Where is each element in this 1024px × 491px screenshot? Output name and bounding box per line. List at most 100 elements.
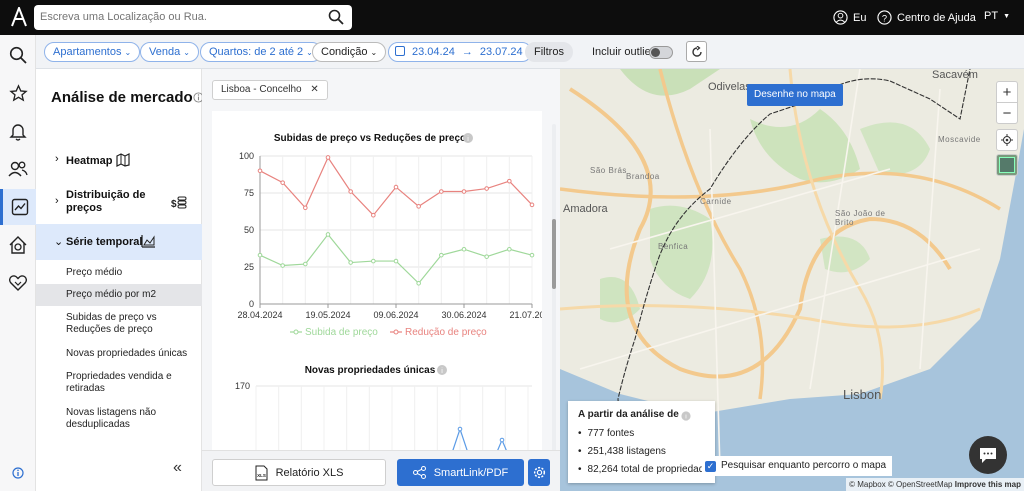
zoom-in-button[interactable]: +: [996, 81, 1018, 103]
settings-button[interactable]: [528, 459, 550, 486]
user-menu[interactable]: Eu: [833, 10, 866, 25]
info-icon[interactable]: i: [681, 411, 691, 421]
subitem-price-rises-vs-drops[interactable]: Subidas de preço vs Reduções de preço: [66, 312, 200, 336]
legend-marker: [393, 329, 399, 335]
info-properties: 82,264 total de propriedades: [578, 464, 713, 475]
search-while-moving-label: Pesquisar enquanto percorro o mapa: [721, 460, 887, 471]
subitem-label: Novas propriedades únicas: [66, 348, 188, 359]
subitem-average-price[interactable]: Preço médio: [66, 267, 200, 279]
filters-label: Filtros: [534, 46, 564, 58]
section-heatmap[interactable]: › Heatmap: [36, 153, 202, 169]
subitem-new-listings-raw[interactable]: Novas listagens não desduplicadas: [66, 407, 200, 431]
locate-me-button[interactable]: [996, 129, 1018, 151]
chevron-down-icon: ⌄: [183, 48, 190, 57]
info-icon[interactable]: i: [437, 365, 447, 375]
zoom-out-button[interactable]: −: [996, 102, 1018, 124]
close-icon[interactable]: ✕: [310, 84, 318, 95]
x-tick-label: 09.06.2024: [373, 310, 418, 320]
line-chart-icon: [11, 198, 28, 216]
deal-type-dropdown[interactable]: Venda ⌄: [140, 42, 199, 62]
xls-file-icon: XLS: [255, 465, 268, 480]
crosshair-icon: [1001, 134, 1013, 146]
data-point: [393, 184, 399, 190]
coins-icon: $: [171, 196, 187, 210]
section-time-series[interactable]: ⌄ Série temporal: [36, 224, 202, 260]
date-range-picker[interactable]: 23.04.24 → 23.07.24: [388, 42, 532, 62]
draw-on-map-button[interactable]: Desenhe no mapa: [747, 84, 843, 106]
smartlink-pdf-button[interactable]: SmartLink/PDF: [397, 459, 524, 486]
nav-alerts[interactable]: [0, 113, 36, 149]
y-tick-label: 100: [239, 151, 254, 161]
nav-home-valuation[interactable]: [0, 227, 36, 263]
analysis-sidebar: Análise de mercado › Heatmap › Distribui…: [36, 69, 204, 491]
location-chip[interactable]: Lisboa - Concelho ✕: [212, 80, 328, 100]
price-changes-chart: Subidas de preço vs Reduções de preço i …: [237, 133, 542, 338]
data-point: [280, 263, 285, 268]
search-input[interactable]: [40, 5, 320, 28]
refresh-icon: [691, 45, 702, 57]
nav-favorites[interactable]: [0, 75, 36, 111]
nav-users[interactable]: [0, 151, 36, 187]
data-point: [348, 189, 353, 194]
subitem-sold-withdrawn[interactable]: Propriedades vendida e retiradas: [66, 371, 200, 395]
condition-dropdown[interactable]: Condição ⌄: [312, 42, 387, 62]
location-search[interactable]: [34, 5, 352, 30]
filters-button[interactable]: Filtros: [525, 42, 573, 62]
search-icon: [9, 46, 27, 64]
nav-market-analysis[interactable]: [0, 189, 36, 225]
filter-bar: Apartamentos ⌄ Venda ⌄ Quartos: de 2 até 2…: [36, 35, 1024, 69]
app-logo-icon[interactable]: [10, 7, 28, 27]
nav-search[interactable]: [0, 37, 36, 73]
chart-scrollbar[interactable]: [552, 124, 556, 454]
collapse-sidebar-button[interactable]: «: [173, 459, 182, 477]
info-sources: 777 fontes: [578, 428, 635, 439]
map-view[interactable]: Odivelas Sacavém Amadora Lisbon São Brás…: [560, 69, 1024, 491]
xls-report-button[interactable]: XLS Relatório XLS: [212, 459, 386, 486]
search-while-moving-checkbox[interactable]: ✓ Pesquisar enquanto percorro o mapa: [702, 456, 893, 476]
language-select[interactable]: PT ▼: [984, 10, 1010, 22]
nav-info[interactable]: [0, 455, 36, 491]
share-icon: [412, 466, 426, 479]
rooms-dropdown[interactable]: Quartos: de 2 até 2 ⌄: [200, 42, 322, 62]
help-label: Centro de Ajuda: [897, 11, 976, 24]
search-icon[interactable]: [328, 9, 344, 25]
checkbox-checked-icon[interactable]: ✓: [705, 460, 716, 472]
data-point: [303, 261, 308, 267]
chat-button[interactable]: [969, 436, 1007, 474]
nav-deals[interactable]: [0, 265, 36, 301]
deal-type-value: Venda: [149, 46, 181, 58]
map-label-carnide: Carnide: [700, 197, 732, 206]
info-icon[interactable]: i: [463, 133, 473, 143]
left-nav-rail: [0, 35, 36, 491]
data-point: [507, 178, 512, 184]
subitem-average-price-m2[interactable]: Preço médio por m2: [66, 289, 200, 301]
property-type-dropdown[interactable]: Apartamentos ⌄: [44, 42, 141, 62]
data-point: [257, 168, 263, 174]
attribution-text[interactable]: © Mapbox © OpenStreetMap: [849, 480, 952, 489]
gear-icon: [533, 466, 545, 479]
legend-marker: [293, 329, 299, 335]
toggle-knob: [651, 48, 660, 57]
area-chart-icon: [141, 235, 155, 248]
subitem-label: Preço médio por m2: [66, 289, 157, 300]
sidebar-title: Análise de mercado: [51, 89, 193, 106]
svg-text:XLS: XLS: [257, 473, 266, 478]
users-icon: [8, 161, 28, 177]
legend-label: Subida de preço: [305, 327, 378, 338]
refresh-button[interactable]: [686, 41, 707, 62]
satellite-layer-button[interactable]: [996, 154, 1018, 176]
subitem-new-unique-properties[interactable]: Novas propriedades únicas: [66, 348, 200, 360]
handshake-icon: [8, 275, 28, 291]
calendar-icon: [395, 46, 405, 56]
data-point: [371, 258, 376, 264]
map-label-benfica: Benfica: [658, 242, 689, 251]
section-price-distribution[interactable]: › Distribuição de preços $: [36, 189, 202, 219]
improve-map-link[interactable]: Improve this map: [955, 480, 1021, 489]
outliers-toggle[interactable]: [649, 46, 673, 59]
data-point: [325, 232, 331, 237]
chevron-right-icon: ›: [55, 195, 59, 207]
help-center-link[interactable]: ? Centro de Ajuda: [877, 10, 976, 25]
top-bar: Eu ? Centro de Ajuda PT ▼: [0, 0, 1024, 35]
scrollbar-thumb[interactable]: [552, 219, 556, 289]
condition-value: Condição: [321, 46, 368, 58]
